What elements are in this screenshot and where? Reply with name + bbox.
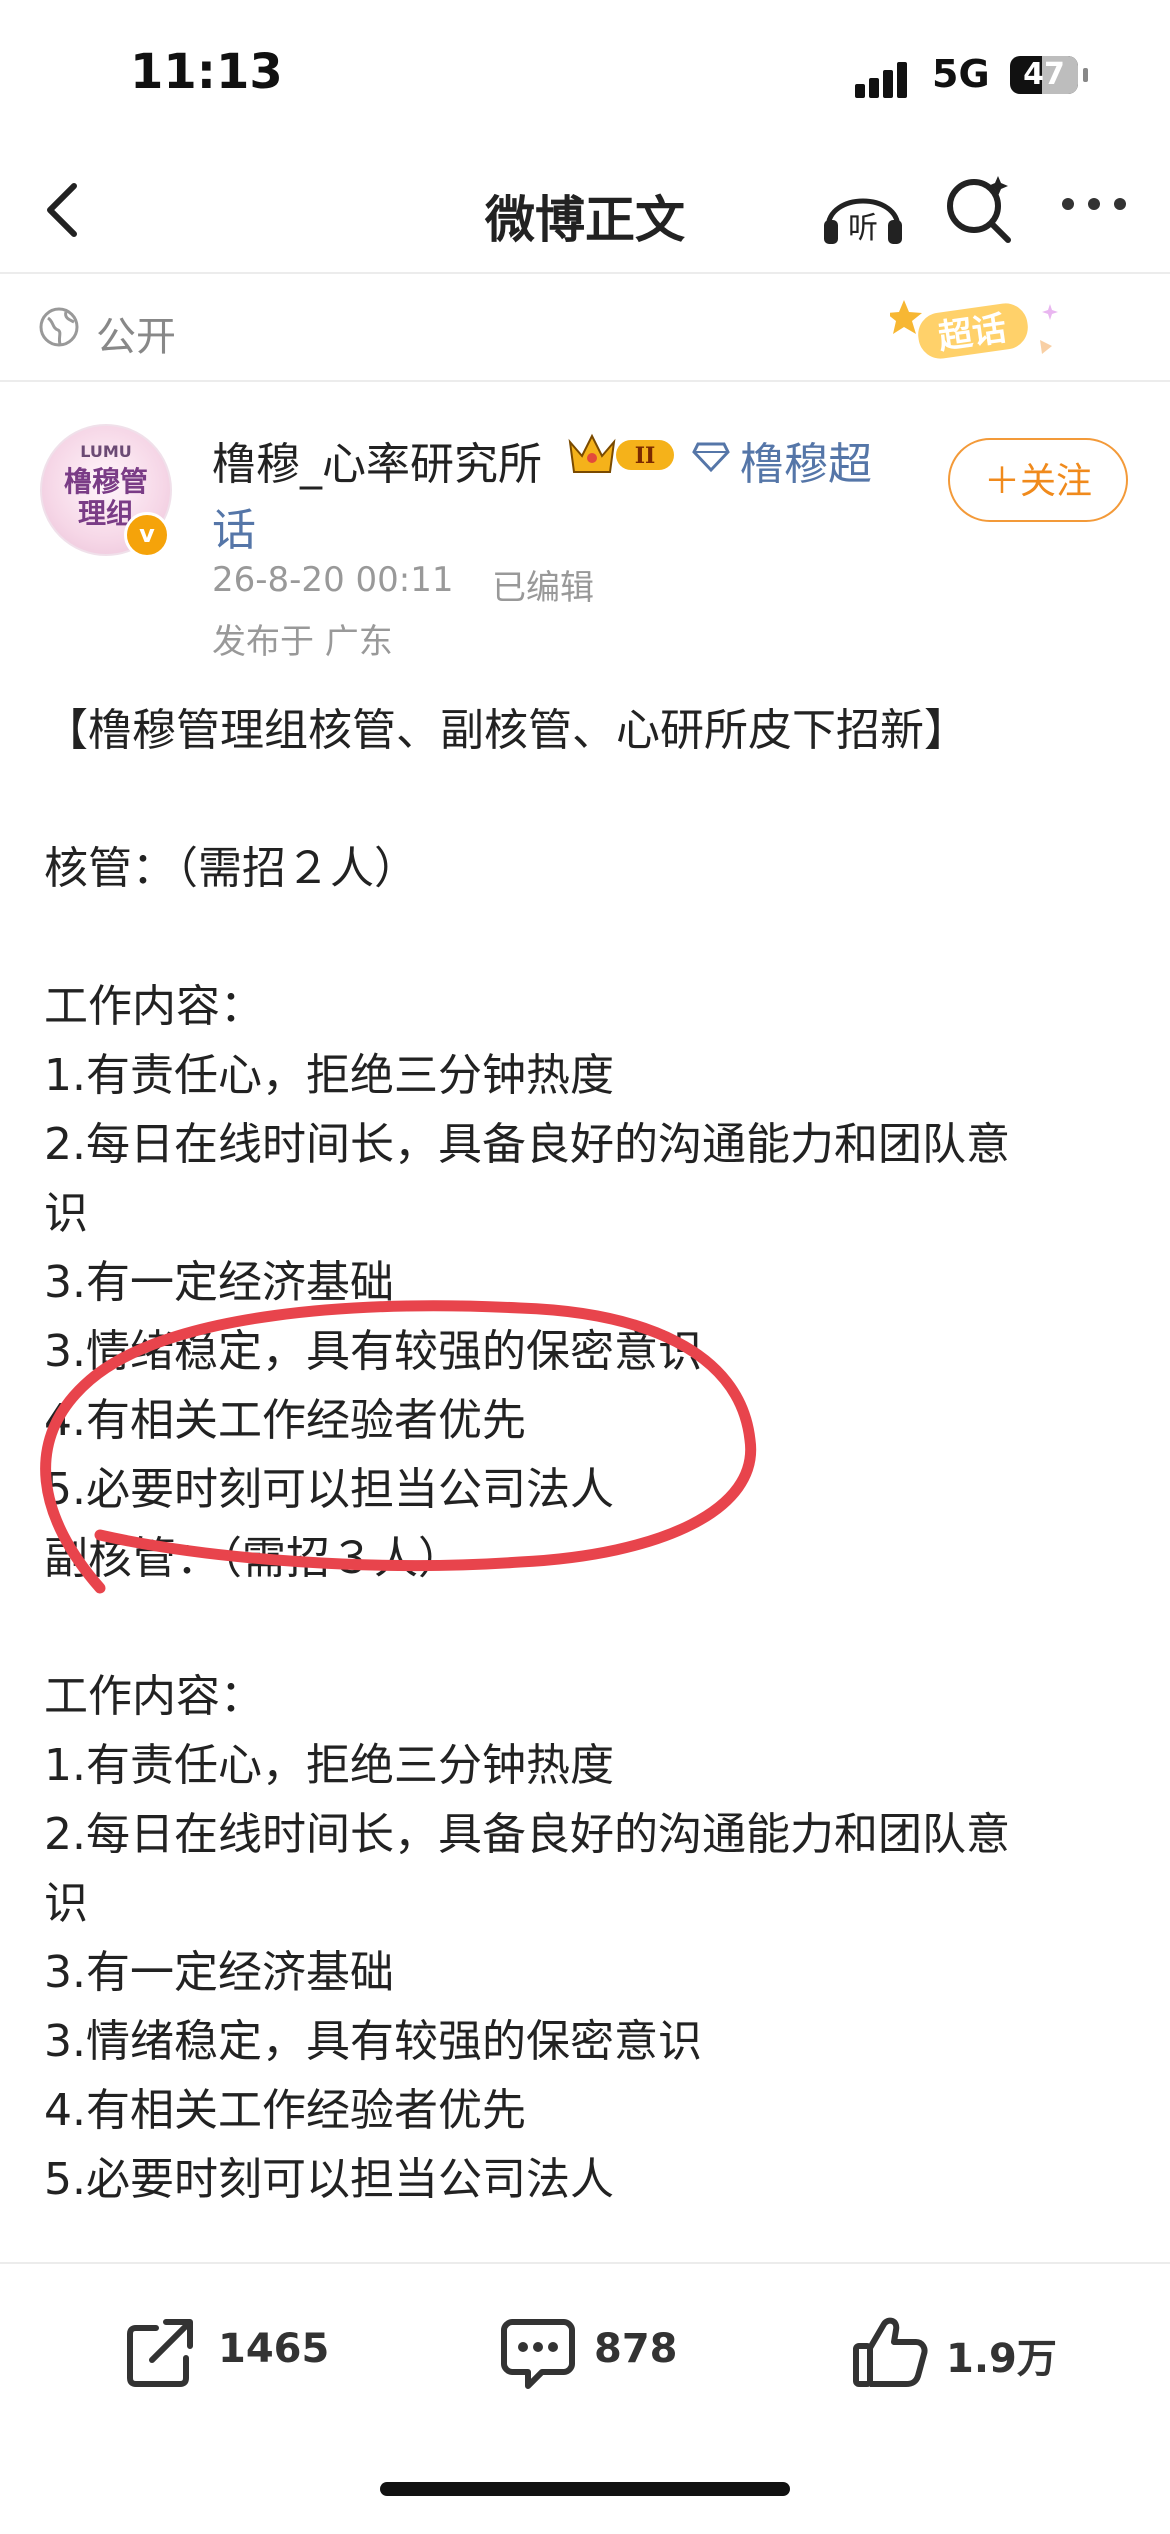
level-badge: II [635, 443, 656, 469]
comment-icon [501, 2319, 575, 2389]
follow-button[interactable]: ＋关注 [948, 438, 1128, 522]
repost-count: 1465 [218, 2326, 330, 2372]
post-text-line: 3.情绪稳定，具有较强的保密意识 [44, 2016, 702, 2067]
thumbs-up-icon [853, 2317, 928, 2387]
visibility-label: 公开 [96, 314, 176, 360]
signal-icon [855, 58, 915, 98]
post-location: 发布于 广东 [212, 622, 393, 662]
verified-badge-icon: v [124, 512, 170, 558]
divider [0, 272, 1170, 274]
post-text-line: 【橹穆管理组核管、副核管、心研所皮下招新】 [44, 705, 968, 756]
network-type: 5G [932, 52, 990, 96]
post-text-line: 1.有责任心，拒绝三分钟热度 [44, 1050, 614, 1101]
listen-button[interactable]: 听 [820, 170, 906, 250]
more-dot-icon [1062, 198, 1074, 210]
post-text-line: 副核管：（需招３人） [44, 1533, 462, 1584]
nav-bar: 微博正文 听 [0, 150, 1170, 270]
edited-label[interactable]: 已编辑 [492, 560, 594, 609]
post-text-line: 2.每日在线时间长，具备良好的沟通能力和团队意 [44, 1809, 1010, 1860]
status-time: 11:13 [130, 44, 283, 100]
listen-label: 听 [848, 211, 878, 246]
divider [0, 380, 1170, 382]
post-text-line: 4.有相关工作经验者优先 [44, 2085, 526, 2136]
more-dot-icon [1088, 198, 1100, 210]
globe-icon [39, 307, 79, 347]
repost-icon [127, 2319, 193, 2387]
post-text-line: 识 [44, 1878, 88, 1929]
status-bar: 11:13 5G 47 [0, 0, 1170, 150]
post-text-line: 5.必要时刻可以担当公司法人 [44, 2154, 614, 2205]
supertopic-link[interactable]: 橹穆超 [740, 428, 872, 492]
post-text-line: 3.有一定经济基础 [44, 1257, 394, 1308]
supertopic-badge[interactable]: 超话 [890, 294, 1070, 369]
repost-button[interactable]: 1465 [122, 2304, 329, 2394]
post-text-line: 识 [44, 1188, 88, 1239]
search-button[interactable] [940, 168, 1020, 248]
post-text-line: 4.有相关工作经验者优先 [44, 1395, 526, 1446]
post-text-line: 5.必要时刻可以担当公司法人 [44, 1464, 614, 1515]
visibility-row: 公开 超话 [0, 276, 1170, 380]
like-count: 1.9万 [946, 2336, 1057, 2382]
more-button[interactable] [1055, 195, 1135, 219]
post-time: 26-8-20 00:11 [212, 560, 454, 600]
post-body: 【橹穆管理组核管、副核管、心研所皮下招新】 核管：（需招２人） 工作内容： 1.有责任… [44, 696, 1134, 2214]
supertopic-link-continued[interactable]: 话 [212, 494, 256, 558]
battery-level: 47 [1023, 57, 1065, 92]
comment-count: 878 [594, 2326, 678, 2372]
like-button[interactable]: 1.9万 [850, 2304, 1070, 2394]
headphones-icon: 听 [824, 198, 902, 246]
diamond-icon [692, 442, 730, 473]
avatar-caption: LUMU [80, 442, 132, 461]
post-text-line: 工作内容： [44, 981, 264, 1032]
post-text-line: 核管：（需招２人） [44, 843, 418, 894]
post-text-line: 1.有责任心，拒绝三分钟热度 [44, 1740, 614, 1791]
home-indicator [380, 2482, 790, 2496]
search-icon [947, 176, 1011, 243]
post-text-line: 工作内容： [44, 1671, 264, 1722]
post-text-line: 2.每日在线时间长，具备良好的沟通能力和团队意 [44, 1119, 1010, 1170]
more-dot-icon [1114, 198, 1126, 210]
battery-icon: 47 [1010, 56, 1088, 94]
post-text-line: 3.情绪稳定，具有较强的保密意识 [44, 1326, 702, 1377]
comment-button[interactable]: 878 [498, 2304, 698, 2394]
crown-level-icon: II [568, 433, 674, 473]
author-name[interactable]: 橹穆_心率研究所 [212, 428, 542, 492]
post-text-line: 3.有一定经济基础 [44, 1947, 394, 1998]
